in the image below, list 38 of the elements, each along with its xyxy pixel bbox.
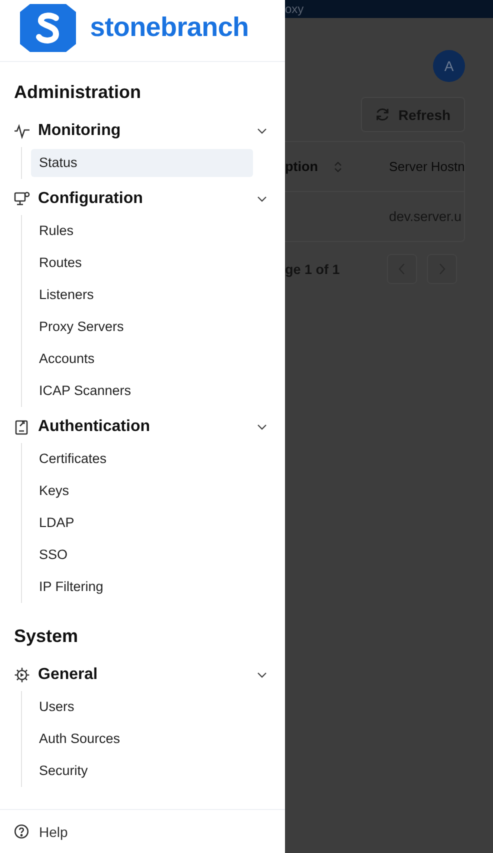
help-icon: [14, 824, 29, 839]
group-label: Monitoring: [38, 122, 122, 140]
group-label: Authentication: [38, 418, 151, 436]
nav-item[interactable]: ICAP Scanners: [31, 377, 253, 405]
gear-icon: [14, 667, 30, 683]
nav-item[interactable]: SSO: [31, 541, 253, 569]
nav-item[interactable]: Auth Sources: [31, 725, 253, 753]
clipboard-icon: [14, 419, 30, 435]
monitor-icon: [14, 191, 30, 207]
nav-group[interactable]: General: [14, 659, 285, 691]
refresh-icon: [375, 107, 390, 122]
app-title: oxy: [285, 2, 304, 16]
nav-item[interactable]: Proxy Servers: [31, 313, 253, 341]
previous-page-button[interactable]: [387, 254, 417, 284]
nav-group[interactable]: Configuration: [14, 183, 285, 215]
nav-item[interactable]: Security: [31, 757, 253, 785]
nav-item[interactable]: Accounts: [31, 345, 253, 373]
nav-item[interactable]: Status: [31, 149, 253, 177]
section-title: Administration: [14, 81, 142, 104]
nav-item[interactable]: Routes: [31, 249, 253, 277]
next-page-button[interactable]: [427, 254, 457, 284]
nav-group[interactable]: Authentication: [14, 411, 285, 443]
nav-item[interactable]: Listeners: [31, 281, 253, 309]
logo-text: stonebranch: [90, 12, 249, 43]
nav-item[interactable]: Rules: [31, 217, 253, 245]
nav-item[interactable]: Certificates: [31, 445, 253, 473]
group-label: Configuration: [38, 190, 144, 208]
sort-icon[interactable]: [334, 160, 342, 172]
group-label: General: [38, 666, 99, 684]
pulse-icon: [14, 123, 30, 139]
logo-icon: [20, 4, 76, 52]
nav-item[interactable]: Keys: [31, 477, 253, 505]
nav-group[interactable]: Monitoring: [14, 115, 285, 147]
nav-item[interactable]: IP Filtering: [31, 573, 253, 601]
section-title: System: [14, 625, 80, 648]
help-link[interactable]: Help: [14, 824, 68, 840]
nav-item[interactable]: Users: [31, 693, 253, 721]
nav-item[interactable]: LDAP: [31, 509, 253, 537]
